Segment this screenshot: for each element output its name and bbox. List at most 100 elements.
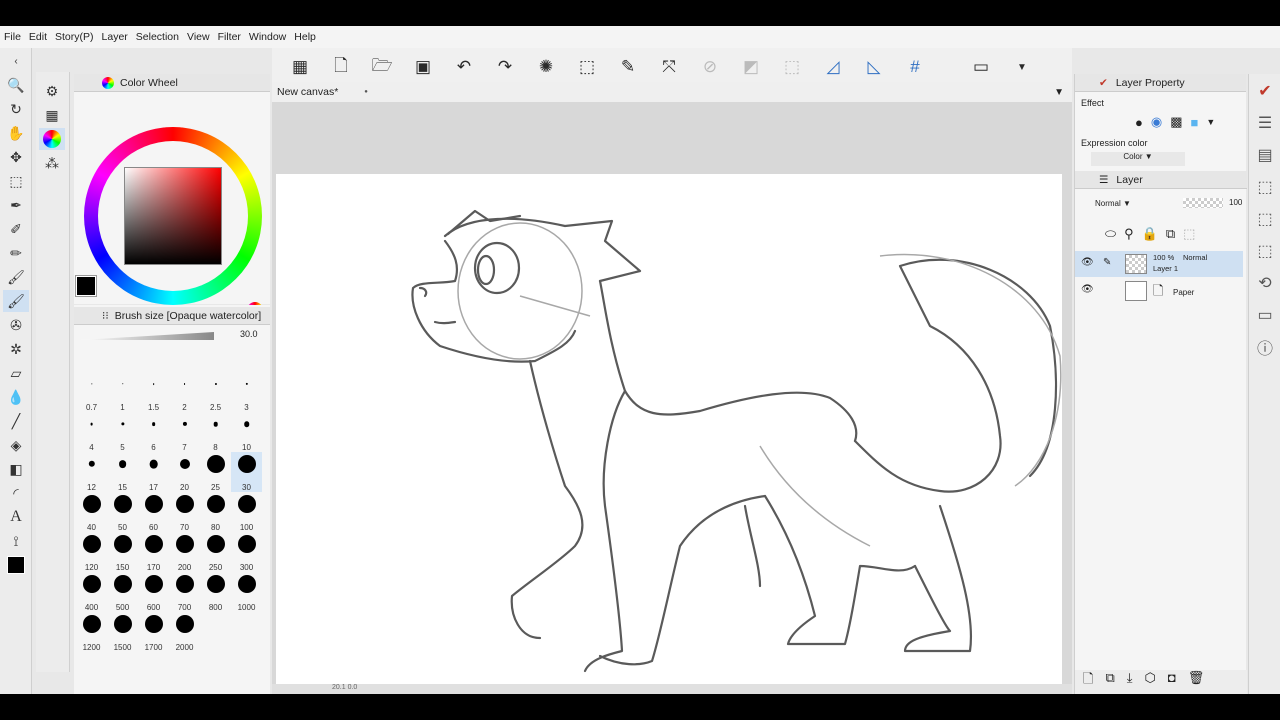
brush-size-cell[interactable]: 7 [169, 412, 200, 452]
menu-edit[interactable]: Edit [29, 31, 47, 43]
brush-size-cell[interactable]: 500 [107, 572, 138, 612]
brush-size-cell[interactable]: 1 [107, 372, 138, 412]
fill-bucket-icon[interactable]: ◈ [3, 434, 29, 456]
menu-filter[interactable]: Filter [218, 31, 241, 43]
pen-icon[interactable]: ✒ [3, 194, 29, 216]
brush-size-cell[interactable]: 70 [169, 492, 200, 532]
undo-icon[interactable]: ↶ [451, 54, 477, 80]
tab-modified-dot[interactable]: ● [364, 89, 368, 95]
window-tab-icon[interactable]: ▭ [1252, 302, 1278, 328]
edit-pen-icon[interactable]: ✎ [1103, 257, 1111, 268]
brush-size-cell[interactable]: 10 [231, 412, 262, 452]
brush-size-cell[interactable]: 25 [200, 452, 231, 492]
brush-size-cell[interactable]: 120 [76, 532, 107, 572]
brush-size-cell[interactable]: 20 [169, 452, 200, 492]
navigator-tab-icon[interactable]: ⟲ [1252, 270, 1278, 296]
brush-size-cell[interactable]: 15 [107, 452, 138, 492]
trash-icon[interactable]: 🗑 [1188, 670, 1205, 694]
grid-snap-icon[interactable]: # [902, 54, 928, 80]
free-transform-icon[interactable]: ⤧ [656, 54, 682, 80]
brush-size-cell[interactable]: 60 [138, 492, 169, 532]
camera-icon[interactable]: ◘ [1168, 670, 1176, 694]
mask-icon[interactable]: ⧉ [1166, 226, 1175, 242]
ruler-toggle-icon[interactable]: ⬚ [1183, 226, 1195, 242]
merge-down-icon[interactable]: ⤓ [1127, 670, 1133, 694]
brush-size-cell[interactable]: 100 [231, 492, 262, 532]
brush-size-cell[interactable]: 4 [76, 412, 107, 452]
brush-size-cell[interactable]: 5 [107, 412, 138, 452]
reference-icon[interactable]: ⚲ [1124, 226, 1134, 242]
brush-size-cell[interactable]: 40 [76, 492, 107, 532]
loading-icon[interactable]: ✺ [533, 54, 559, 80]
lock-icon[interactable]: 🔒 [1142, 226, 1158, 242]
brush-icon[interactable]: 🖌 [3, 266, 29, 288]
visibility-eye-icon[interactable]: 👁 [1081, 284, 1094, 295]
canvas-paper[interactable] [276, 174, 1062, 694]
layer-property-tab-icon[interactable]: ✔ [1252, 78, 1278, 104]
menu-file[interactable]: File [4, 31, 21, 43]
open-folder-icon[interactable]: 🗁 [369, 54, 395, 80]
clear-icon[interactable]: ⊘ [697, 54, 723, 80]
brush-size-cell[interactable]: 300 [231, 532, 262, 572]
eraser-icon[interactable]: ▱ [3, 362, 29, 384]
crop-icon[interactable]: ⬚ [574, 54, 600, 80]
main-color-swatch[interactable] [75, 275, 97, 297]
monitor-icon[interactable]: ▭ [968, 54, 994, 80]
brush-size-cell[interactable]: 12 [76, 452, 107, 492]
line-icon[interactable]: ╱ [3, 410, 29, 432]
brush-size-cell[interactable]: 2000 [169, 612, 200, 652]
brush-size-cell[interactable]: 150 [107, 532, 138, 572]
brush-size-cell[interactable]: 250 [200, 532, 231, 572]
brush-size-cell[interactable]: 30 [231, 452, 262, 492]
material-tab-icon[interactable]: ⬚ [1252, 174, 1278, 200]
color-swatch-icon[interactable] [3, 554, 29, 576]
layer-settings-icon[interactable]: ⬡ [1145, 670, 1156, 694]
balloon-icon[interactable]: ⟟ [3, 530, 29, 552]
opacity-slider[interactable] [1183, 198, 1223, 208]
color-wheel-icon[interactable] [39, 128, 65, 150]
expression-color-select[interactable]: Color ▼ [1091, 152, 1185, 166]
brush-size-cell[interactable]: 2 [169, 372, 200, 412]
brush-size-cell[interactable]: 700 [169, 572, 200, 612]
ruler-icon[interactable]: ◿ [820, 54, 846, 80]
rotate-icon[interactable]: ↻ [3, 98, 29, 120]
pencil-icon[interactable]: ✏ [3, 242, 29, 264]
zoom-icon[interactable]: 🔍 [3, 74, 29, 96]
watercolor-effect-icon[interactable]: ◉ [1151, 114, 1162, 130]
redo-icon[interactable]: ↷ [492, 54, 518, 80]
brush-size-cell[interactable]: 2.5 [200, 372, 231, 412]
brush-size-cell[interactable]: 3 [231, 372, 262, 412]
brush-size-slider[interactable] [80, 332, 214, 340]
menu-help[interactable]: Help [294, 31, 316, 43]
menu-view[interactable]: View [187, 31, 210, 43]
brush-size-cell[interactable]: 80 [200, 492, 231, 532]
brush-size-cell[interactable]: 1700 [138, 612, 169, 652]
visibility-eye-icon[interactable]: 👁 [1081, 257, 1094, 268]
brush-size-cell[interactable]: 1500 [107, 612, 138, 652]
layer-stack-tab-icon[interactable]: ☰ [1252, 110, 1278, 136]
saturation-value-square[interactable] [124, 167, 222, 265]
info-icon[interactable]: ⓘ [1252, 334, 1278, 360]
eyedropper-icon[interactable]: ✐ [3, 218, 29, 240]
layer-color-icon[interactable]: ■ [1191, 115, 1199, 130]
brush-size-cell[interactable]: 800 [200, 572, 231, 612]
move-icon[interactable]: ✥ [3, 146, 29, 168]
mixing-icon[interactable]: ⁂ [39, 152, 65, 174]
canvas-tab[interactable]: New canvas* [277, 86, 338, 98]
clip-icon[interactable]: ⬭ [1105, 226, 1116, 242]
brush-size-cell[interactable]: 400 [76, 572, 107, 612]
new-file-icon[interactable]: 🗋 [328, 54, 354, 80]
airbrush-icon[interactable]: ✇ [3, 314, 29, 336]
transform-icon[interactable]: ✎ [615, 54, 641, 80]
marquee-icon[interactable]: ⬚ [3, 170, 29, 192]
menu-selection[interactable]: Selection [136, 31, 179, 43]
border-effect-icon[interactable]: ● [1135, 115, 1143, 130]
dropdown-icon[interactable]: ▼ [1009, 54, 1035, 80]
perspective-icon[interactable]: ◺ [861, 54, 887, 80]
tab-menu-icon[interactable]: ▼ [1054, 87, 1064, 98]
palette-grid-icon[interactable]: ▦ [39, 104, 65, 126]
blend-mode-select[interactable]: Normal ▼ [1081, 196, 1159, 212]
animation-tab-icon[interactable]: ▤ [1252, 142, 1278, 168]
save-icon[interactable]: ▣ [410, 54, 436, 80]
brush-size-cell[interactable]: 600 [138, 572, 169, 612]
